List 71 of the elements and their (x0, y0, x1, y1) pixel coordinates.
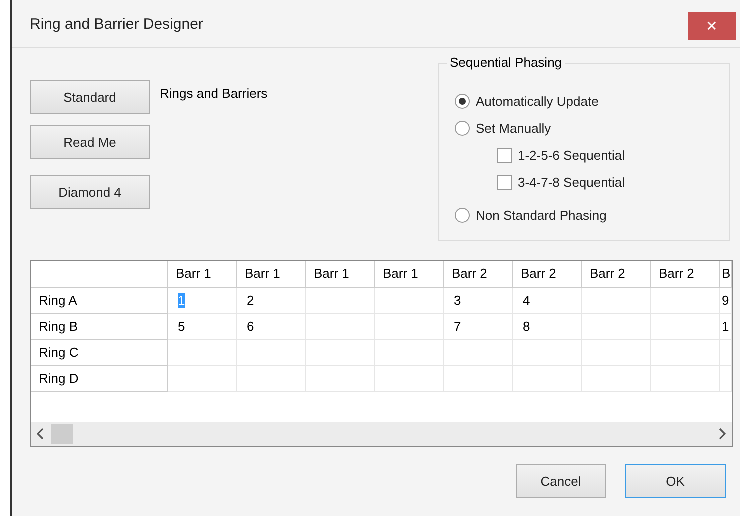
table-cell[interactable] (651, 288, 720, 314)
table-cell[interactable] (306, 340, 375, 366)
checkbox[interactable] (497, 148, 512, 163)
table-cell[interactable] (375, 340, 444, 366)
column-header: Barr 2 (513, 261, 582, 288)
scroll-left-icon[interactable] (37, 428, 45, 440)
table-cell[interactable] (720, 366, 732, 392)
checkbox[interactable] (497, 175, 512, 190)
column-header: B (720, 261, 732, 288)
table-cell[interactable] (720, 340, 732, 366)
table-cell[interactable] (375, 288, 444, 314)
scrollbar-thumb[interactable] (51, 424, 73, 444)
table-cell[interactable] (375, 366, 444, 392)
horizontal-scrollbar[interactable] (31, 422, 732, 446)
table-cell[interactable] (237, 366, 306, 392)
table-cell[interactable] (444, 366, 513, 392)
table-cell[interactable] (375, 314, 444, 340)
table-cell[interactable] (582, 314, 651, 340)
table-cell[interactable] (651, 314, 720, 340)
scroll-right-icon[interactable] (718, 428, 726, 440)
group-title: Sequential Phasing (447, 55, 566, 70)
column-header: Barr 1 (375, 261, 444, 288)
column-header: Barr 2 (651, 261, 720, 288)
table-cell[interactable] (582, 288, 651, 314)
dialog-button[interactable]: OK (625, 464, 726, 498)
table-cell[interactable] (513, 366, 582, 392)
column-header: Barr 1 (168, 261, 237, 288)
column-header: Barr 1 (306, 261, 375, 288)
radio-button[interactable] (455, 94, 470, 109)
table-cell[interactable] (582, 340, 651, 366)
column-header: Barr 2 (444, 261, 513, 288)
radio-button[interactable] (455, 208, 470, 223)
table-cell[interactable] (444, 340, 513, 366)
table-cell[interactable]: 9 (720, 288, 732, 314)
preset-button[interactable]: Standard (30, 80, 150, 114)
dialog-button[interactable]: Cancel (516, 464, 606, 498)
preset-button[interactable]: Diamond 4 (30, 175, 150, 209)
close-button[interactable]: ✕ (688, 12, 736, 40)
column-header: Barr 2 (582, 261, 651, 288)
table-cell[interactable]: 6 (237, 314, 306, 340)
column-header: Barr 1 (237, 261, 306, 288)
table-cell[interactable]: 5 (168, 314, 237, 340)
radio-label[interactable]: Set Manually (476, 121, 552, 136)
row-header: Ring A (31, 288, 168, 314)
table-cell[interactable]: 4 (513, 288, 582, 314)
row-header: Ring C (31, 340, 168, 366)
table-cell[interactable] (306, 288, 375, 314)
radio-button[interactable] (455, 121, 470, 136)
table-cell[interactable]: 2 (237, 288, 306, 314)
checkbox-label[interactable]: 1-2-5-6 Sequential (518, 148, 625, 163)
table-cell[interactable]: 1 (720, 314, 732, 340)
table-cell[interactable]: 8 (513, 314, 582, 340)
row-header: Ring B (31, 314, 168, 340)
table-cell[interactable] (306, 314, 375, 340)
preset-button[interactable]: Read Me (30, 125, 150, 159)
table-cell[interactable] (237, 340, 306, 366)
checkbox-label[interactable]: 3-4-7-8 Sequential (518, 175, 625, 190)
row-header: Ring D (31, 366, 168, 392)
preset-label: Rings and Barriers (160, 86, 269, 102)
table-cell[interactable] (582, 366, 651, 392)
table-cell[interactable] (168, 340, 237, 366)
table-cell[interactable] (651, 366, 720, 392)
window-title: Ring and Barrier Designer (30, 15, 204, 33)
radio-label[interactable]: Non Standard Phasing (476, 208, 607, 223)
table-cell[interactable]: 3 (444, 288, 513, 314)
table-cell[interactable]: 7 (444, 314, 513, 340)
table-cell[interactable] (168, 366, 237, 392)
table-cell[interactable] (513, 340, 582, 366)
radio-label[interactable]: Automatically Update (476, 94, 599, 109)
table-cell[interactable] (651, 340, 720, 366)
table-cell[interactable] (306, 366, 375, 392)
